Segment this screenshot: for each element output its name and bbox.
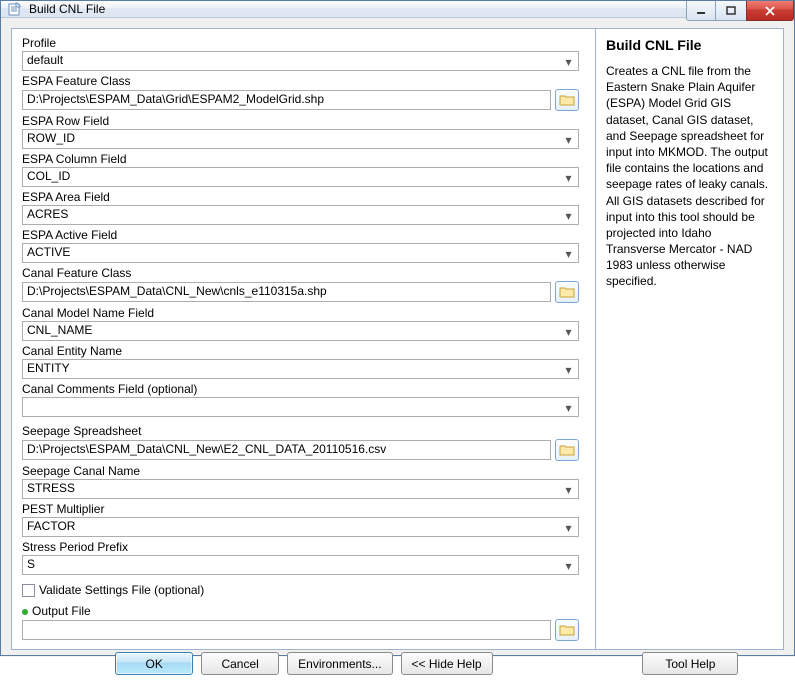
window-title: Build CNL File bbox=[29, 2, 105, 16]
chevron-down-icon: ▾ bbox=[561, 170, 576, 185]
stress-prefix-value: S bbox=[27, 557, 35, 571]
canal-fc-browse-button[interactable] bbox=[555, 281, 579, 303]
canal-fc-input[interactable]: D:\Projects\ESPAM_Data\CNL_New\cnls_e110… bbox=[22, 282, 551, 302]
canal-entity-select[interactable]: ENTITY ▾ bbox=[22, 359, 579, 379]
output-file-browse-button[interactable] bbox=[555, 619, 579, 641]
canal-comments-label: Canal Comments Field (optional) bbox=[22, 381, 579, 397]
profile-label: Profile bbox=[22, 35, 579, 51]
pest-mult-label: PEST Multiplier bbox=[22, 501, 579, 517]
espa-row-select[interactable]: ROW_ID ▾ bbox=[22, 129, 579, 149]
espa-fc-label: ESPA Feature Class bbox=[22, 73, 579, 89]
canal-entity-value: ENTITY bbox=[27, 361, 70, 375]
environments-button[interactable]: Environments... bbox=[287, 652, 392, 675]
button-bar: OK Cancel Environments... << Hide Help T… bbox=[1, 652, 794, 681]
minimize-button[interactable] bbox=[686, 1, 716, 21]
form-scroll[interactable]: Profile default ▾ ESPA Feature Class D:\… bbox=[22, 35, 585, 643]
espa-area-label: ESPA Area Field bbox=[22, 189, 579, 205]
canal-model-select[interactable]: CNL_NAME ▾ bbox=[22, 321, 579, 341]
seep-name-label: Seepage Canal Name bbox=[22, 463, 579, 479]
close-button[interactable] bbox=[746, 1, 794, 21]
chevron-down-icon: ▾ bbox=[561, 558, 576, 573]
output-file-input[interactable] bbox=[22, 620, 551, 640]
espa-active-label: ESPA Active Field bbox=[22, 227, 579, 243]
chevron-down-icon: ▾ bbox=[561, 362, 576, 377]
cancel-button[interactable]: Cancel bbox=[201, 652, 279, 675]
window-controls bbox=[686, 1, 794, 21]
content-area: Profile default ▾ ESPA Feature Class D:\… bbox=[1, 18, 794, 652]
espa-area-value: ACRES bbox=[27, 207, 68, 221]
espa-active-value: ACTIVE bbox=[27, 245, 70, 259]
seep-name-value: STRESS bbox=[27, 481, 75, 495]
canal-model-label: Canal Model Name Field bbox=[22, 305, 579, 321]
pest-mult-value: FACTOR bbox=[27, 519, 75, 533]
help-heading: Build CNL File bbox=[606, 37, 769, 53]
help-body: Creates a CNL file from the Eastern Snak… bbox=[606, 63, 769, 290]
dialog-window: Build CNL File Profile default ▾ bbox=[0, 0, 795, 656]
pest-mult-select[interactable]: FACTOR ▾ bbox=[22, 517, 579, 537]
chevron-down-icon: ▾ bbox=[561, 482, 576, 497]
seep-sheet-value: D:\Projects\ESPAM_Data\CNL_New\E2_CNL_DA… bbox=[27, 442, 386, 456]
espa-fc-input[interactable]: D:\Projects\ESPAM_Data\Grid\ESPAM2_Model… bbox=[22, 90, 551, 110]
espa-fc-browse-button[interactable] bbox=[555, 89, 579, 111]
canal-entity-label: Canal Entity Name bbox=[22, 343, 579, 359]
seep-name-select[interactable]: STRESS ▾ bbox=[22, 479, 579, 499]
validate-checkbox[interactable] bbox=[22, 584, 35, 597]
form-panel: Profile default ▾ ESPA Feature Class D:\… bbox=[11, 28, 596, 650]
chevron-down-icon: ▾ bbox=[561, 132, 576, 147]
canal-fc-value: D:\Projects\ESPAM_Data\CNL_New\cnls_e110… bbox=[27, 284, 327, 298]
help-scroll[interactable]: Build CNL File Creates a CNL file from t… bbox=[606, 37, 773, 641]
espa-row-value: ROW_ID bbox=[27, 131, 75, 145]
espa-row-label: ESPA Row Field bbox=[22, 113, 579, 129]
seep-sheet-browse-button[interactable] bbox=[555, 439, 579, 461]
validate-label: Validate Settings File (optional) bbox=[39, 583, 204, 597]
hide-help-button[interactable]: << Hide Help bbox=[401, 652, 493, 675]
titlebar: Build CNL File bbox=[1, 1, 794, 18]
help-panel: Build CNL File Creates a CNL file from t… bbox=[596, 28, 784, 650]
espa-fc-value: D:\Projects\ESPAM_Data\Grid\ESPAM2_Model… bbox=[27, 92, 324, 106]
espa-col-select[interactable]: COL_ID ▾ bbox=[22, 167, 579, 187]
stress-prefix-select[interactable]: S ▾ bbox=[22, 555, 579, 575]
espa-active-select[interactable]: ACTIVE ▾ bbox=[22, 243, 579, 263]
chevron-down-icon: ▾ bbox=[561, 520, 576, 535]
chevron-down-icon: ▾ bbox=[561, 246, 576, 261]
app-icon bbox=[7, 1, 23, 17]
canal-fc-label: Canal Feature Class bbox=[22, 265, 579, 281]
seep-sheet-input[interactable]: D:\Projects\ESPAM_Data\CNL_New\E2_CNL_DA… bbox=[22, 440, 551, 460]
stress-prefix-label: Stress Period Prefix bbox=[22, 539, 579, 555]
tool-help-button[interactable]: Tool Help bbox=[642, 652, 738, 675]
maximize-button[interactable] bbox=[716, 1, 746, 21]
espa-col-value: COL_ID bbox=[27, 169, 70, 183]
seep-sheet-label: Seepage Spreadsheet bbox=[22, 423, 579, 439]
profile-value: default bbox=[27, 53, 63, 67]
canal-comments-select[interactable]: ▾ bbox=[22, 397, 579, 417]
chevron-down-icon: ▾ bbox=[561, 54, 576, 69]
canal-model-value: CNL_NAME bbox=[27, 323, 92, 337]
output-file-label: Output File bbox=[22, 603, 579, 619]
chevron-down-icon: ▾ bbox=[561, 208, 576, 223]
chevron-down-icon: ▾ bbox=[561, 400, 576, 415]
ok-button[interactable]: OK bbox=[115, 652, 193, 675]
espa-area-select[interactable]: ACRES ▾ bbox=[22, 205, 579, 225]
chevron-down-icon: ▾ bbox=[561, 324, 576, 339]
profile-select[interactable]: default ▾ bbox=[22, 51, 579, 71]
espa-col-label: ESPA Column Field bbox=[22, 151, 579, 167]
